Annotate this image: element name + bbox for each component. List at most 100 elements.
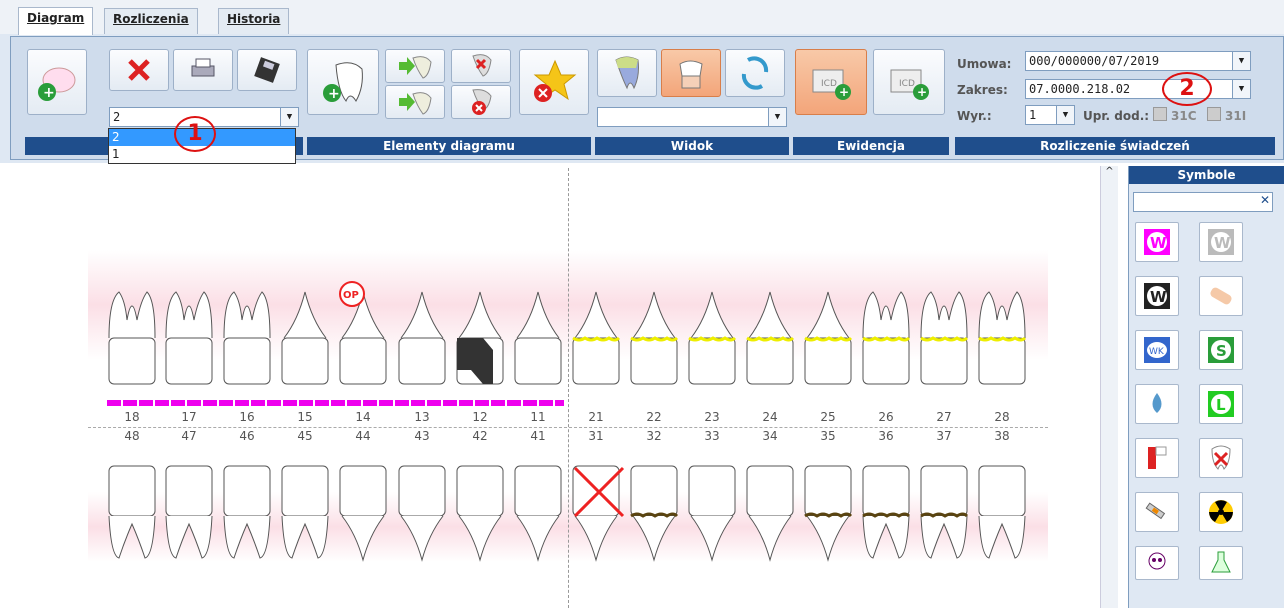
toothbrush-icon [1148, 446, 1167, 469]
symbol-skull[interactable] [1135, 546, 1179, 580]
symbol-l-green[interactable]: L [1199, 384, 1243, 424]
symbols-panel: Symbole ✕ W W W WK S L [1128, 166, 1284, 608]
tooth-number: 28 [994, 410, 1010, 424]
s-green-icon: S [1208, 337, 1234, 363]
lower-tooth-crown [165, 465, 213, 517]
upper-tooth-crown [978, 337, 1026, 385]
upper-tooth-crown [108, 337, 156, 385]
upper-tooth-root [574, 291, 618, 339]
lower-tooth-root [806, 515, 850, 562]
svg-text:L: L [1216, 396, 1226, 414]
upper-tooth-root [920, 291, 968, 339]
diagram-scrollbar[interactable]: ^ [1100, 166, 1118, 608]
syringe-icon [1145, 502, 1166, 520]
symbol-drop[interactable] [1135, 384, 1179, 424]
symbol-w-gray[interactable]: W [1199, 222, 1243, 262]
symbol-bandage[interactable] [1199, 276, 1243, 316]
tooth-number: 13 [414, 410, 430, 424]
upper-tooth-root [283, 291, 327, 339]
lower-tooth-crown [398, 465, 446, 517]
upper-tooth-root [632, 291, 676, 339]
lower-tooth-root [574, 515, 618, 562]
tooth-number: 34 [762, 429, 778, 443]
upper-tooth-root [806, 291, 850, 339]
tooth-number: 41 [530, 429, 546, 443]
lower-tooth-crown [108, 465, 156, 517]
lower-tooth-root [978, 515, 1026, 559]
symbol-toothbrush[interactable] [1135, 438, 1179, 478]
tooth-number: 24 [762, 410, 778, 424]
lower-tooth-root [341, 515, 385, 562]
upper-tooth-crown [165, 337, 213, 385]
skull-icon [1148, 552, 1166, 570]
symbol-w-magenta[interactable]: W [1135, 222, 1179, 262]
w-black-icon: W [1144, 283, 1170, 309]
lower-tooth-root [690, 515, 734, 562]
upper-tooth-root [690, 291, 734, 339]
lower-tooth-root [400, 515, 444, 562]
clear-icon[interactable]: ✕ [1260, 193, 1270, 207]
symbol-radiation[interactable] [1199, 492, 1243, 532]
upper-tooth-root [165, 291, 213, 339]
lower-tooth-root [223, 515, 271, 559]
symbol-wk[interactable]: WK [1135, 330, 1179, 370]
wk-icon: WK [1144, 337, 1170, 363]
flask-icon [1211, 551, 1231, 573]
lower-tooth-root [632, 515, 676, 562]
tooth-number: 16 [239, 410, 255, 424]
radiation-icon [1209, 500, 1233, 524]
l-green-icon: L [1208, 391, 1234, 417]
svg-text:WK: WK [1149, 347, 1165, 357]
symbol-search-input[interactable]: ✕ [1133, 192, 1273, 212]
tooth-number: 32 [646, 429, 662, 443]
tooth-number: 46 [239, 429, 255, 443]
upper-tooth-crown [688, 337, 736, 385]
upper-tooth-crown [514, 337, 562, 385]
upper-tooth-crown [804, 337, 852, 385]
lower-tooth-crown [223, 465, 271, 517]
lower-tooth-crown [978, 465, 1026, 517]
upper-tooth-crown [572, 337, 620, 385]
symbol-s-green[interactable]: S [1199, 330, 1243, 370]
tooth-number: 17 [181, 410, 197, 424]
tooth-number: 15 [297, 410, 313, 424]
upper-tooth-crown [281, 337, 329, 385]
upper-tooth-root [458, 291, 502, 339]
scroll-up-icon[interactable]: ^ [1101, 166, 1118, 177]
tooth-number: 14 [355, 410, 371, 424]
bandage-icon [1210, 287, 1232, 305]
upper-tooth-crown [746, 337, 794, 385]
symbol-flask[interactable] [1199, 546, 1243, 580]
callout-2: 2 [1162, 72, 1212, 106]
tooth-number: 25 [820, 410, 836, 424]
lower-tooth-root [165, 515, 213, 559]
lower-tooth-root [108, 515, 156, 559]
lower-tooth-root [748, 515, 792, 562]
upper-tooth-root [223, 291, 271, 339]
upper-tooth-root [516, 291, 560, 339]
w-gray-icon: W [1208, 229, 1234, 255]
symbol-syringe[interactable] [1135, 492, 1179, 532]
svg-text:W: W [1150, 288, 1167, 306]
lower-tooth-root [920, 515, 968, 559]
tooth-number: 21 [588, 410, 604, 424]
tooth-number: 44 [355, 429, 371, 443]
teeth-svg: OP [107, 281, 1027, 562]
tooth-number: 33 [704, 429, 720, 443]
tooth-number: 12 [472, 410, 488, 424]
symbols-title: Symbole [1129, 166, 1284, 184]
svg-text:W: W [1214, 234, 1231, 252]
tooth-number: 22 [646, 410, 662, 424]
svg-text:S: S [1216, 342, 1227, 360]
lower-tooth-crown [746, 465, 794, 517]
upper-tooth-crown [862, 337, 910, 385]
lower-tooth-crown [630, 465, 678, 517]
tooth-number: 26 [878, 410, 894, 424]
tooth-number: 48 [124, 429, 140, 443]
op-badge-label: OP [343, 290, 359, 301]
tooth-number: 38 [994, 429, 1010, 443]
tooth-number: 36 [878, 429, 894, 443]
symbol-tooth-x[interactable] [1199, 438, 1243, 478]
tooth-number: 37 [936, 429, 952, 443]
symbol-w-black[interactable]: W [1135, 276, 1179, 316]
